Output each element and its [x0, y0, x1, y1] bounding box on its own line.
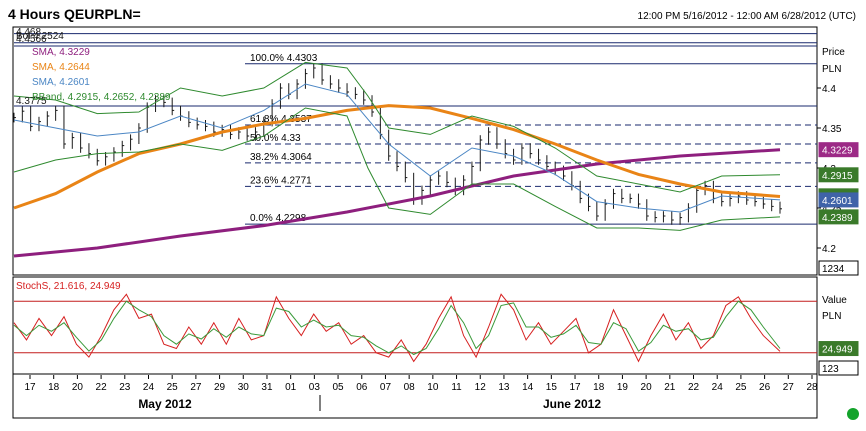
month-label: May 2012: [138, 397, 192, 411]
stoch-axis-currency: PLN: [822, 311, 841, 322]
stoch-axis: Value PLN 24.949 123: [818, 295, 859, 376]
legend-item: SMA, 4.2644: [32, 62, 90, 73]
x-tick-label: 24: [712, 382, 724, 393]
x-tick-label: 29: [214, 382, 226, 393]
price-tag-label: 4.2915: [822, 171, 853, 182]
x-tick-label: 31: [261, 382, 273, 393]
x-tick-label: 18: [48, 382, 60, 393]
x-tick-label: 08: [404, 382, 416, 393]
x-tick-label: 05: [332, 382, 344, 393]
x-tick-label: 23: [119, 382, 131, 393]
x-tick-label: 21: [664, 382, 676, 393]
stoch-legend: StochS, 21.616, 24.949: [16, 281, 121, 292]
price-chart[interactable]: 100.0% 4.430361.8% 4.353750.0% 4.3338.2%…: [0, 0, 866, 431]
legend-item: Bol 4.2524: [16, 31, 64, 42]
x-tick-label: 07: [380, 382, 392, 393]
axis-currency: PLN: [822, 64, 841, 75]
fib-label: 38.2% 4.3064: [250, 152, 312, 163]
x-tick-label: 15: [546, 382, 558, 393]
x-tick-label: 18: [593, 382, 605, 393]
price-tag-label: 4.3229: [822, 146, 853, 157]
chart-window: 4 Hours QEURPLN= 12:00 PM 5/16/2012 - 12…: [0, 0, 866, 431]
status-indicator-dot[interactable]: [847, 408, 859, 420]
x-tick-label: 19: [617, 382, 629, 393]
x-tick-label: 01: [285, 382, 297, 393]
legend-item: SMA, 4.3229: [32, 47, 90, 58]
x-tick-label: 03: [309, 382, 321, 393]
tick-label: 4.4: [822, 84, 836, 95]
price-tag-label: 4.2389: [822, 213, 853, 224]
x-tick-label: 20: [72, 382, 84, 393]
stoch-tag-label: 24.949: [822, 345, 853, 356]
x-tick-label: 24: [143, 382, 155, 393]
legend-item: SMA, 4.2601: [32, 77, 90, 88]
x-tick-label: 11: [451, 382, 462, 393]
x-tick-label: 28: [806, 382, 818, 393]
x-tick-label: 13: [498, 382, 510, 393]
x-tick-label: 27: [783, 382, 795, 393]
x-tick-label: 14: [522, 382, 534, 393]
price-tag-label: 1234: [822, 264, 845, 275]
month-label: June 2012: [543, 397, 601, 411]
price-tag-label: 4.2601: [822, 196, 853, 207]
stoch-axis-title: Value: [822, 295, 847, 306]
stoch-tag-label: 123: [822, 364, 839, 375]
x-tick-label: 22: [96, 382, 108, 393]
x-tick-label: 10: [427, 382, 439, 393]
x-tick-label: 26: [759, 382, 771, 393]
x-tick-label: 25: [735, 382, 747, 393]
x-tick-label: 25: [167, 382, 179, 393]
x-tick-label: 30: [238, 382, 250, 393]
axis-title: Price: [822, 47, 845, 58]
fib-label: 100.0% 4.4303: [250, 53, 318, 64]
x-tick-label: 27: [190, 382, 202, 393]
tick-label: 4.35: [822, 124, 842, 135]
x-tick-label: 06: [356, 382, 368, 393]
fib-label: 23.6% 4.2771: [250, 175, 312, 186]
x-tick-label: 17: [569, 382, 581, 393]
tick-label: 4.2: [822, 244, 836, 255]
x-tick-label: 22: [688, 382, 700, 393]
x-tick-label: 20: [641, 382, 653, 393]
x-tick-label: 17: [24, 382, 36, 393]
x-tick-label: 12: [475, 382, 487, 393]
legend-item: BBand, 4.2915, 4.2652, 4.2389: [32, 92, 171, 103]
xaxis-frame: [12, 373, 818, 419]
